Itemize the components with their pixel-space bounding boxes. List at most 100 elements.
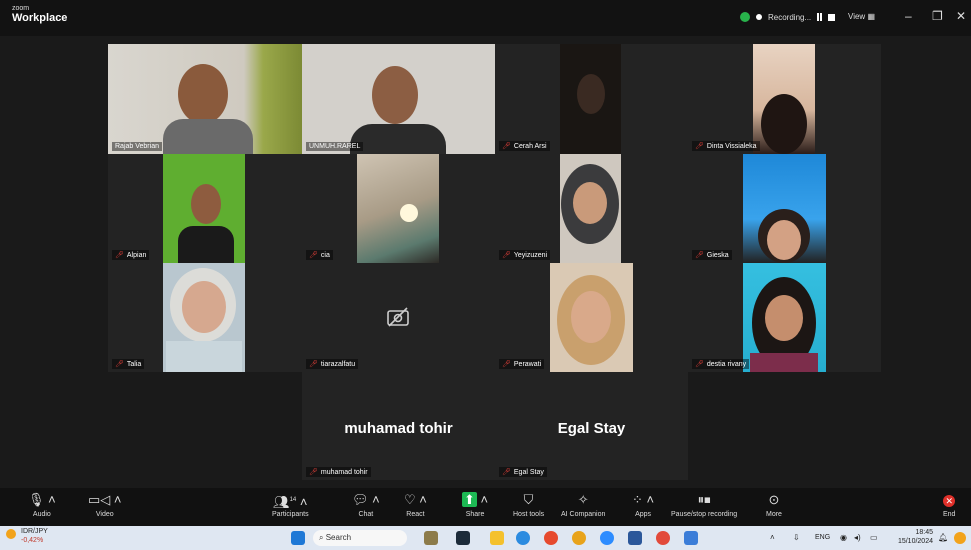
chat-button[interactable]: 💬︎ ˄ Chat bbox=[352, 492, 380, 518]
clock[interactable]: 18:45 15/10/2024 bbox=[883, 528, 933, 546]
taskbar-search[interactable]: ⌕ Search bbox=[313, 530, 407, 546]
minimize-button[interactable]: – bbox=[905, 9, 912, 23]
video-tile[interactable]: muhamad tohir 🎤︎ muhamad tohir bbox=[302, 372, 495, 480]
participant-name-label: 🎤︎ Alpian bbox=[112, 250, 150, 260]
video-tile[interactable]: 🎤︎ Perawati bbox=[495, 263, 688, 372]
view-button[interactable]: View ▦ bbox=[848, 12, 875, 21]
security-shield-icon[interactable] bbox=[740, 12, 750, 22]
participants-button[interactable]: 👥︎14 ˄ Participants bbox=[272, 492, 309, 518]
participant-name-label: 🎤︎ Gieska bbox=[692, 250, 732, 260]
participant-name-label: 🎤︎ destia rivany bbox=[692, 359, 750, 369]
more-button[interactable]: ⊙ More bbox=[766, 492, 782, 518]
react-icon: ♡ ˄ bbox=[404, 492, 427, 507]
ai-companion-button[interactable]: ✧ AI Companion bbox=[561, 492, 605, 518]
apps-icon: ⁘ ˄ bbox=[632, 492, 655, 507]
tray-chevron-icon[interactable]: ˄ bbox=[770, 533, 775, 542]
photos-app-icon[interactable] bbox=[684, 531, 698, 545]
chrome-profile-icon[interactable] bbox=[572, 531, 586, 545]
participant-display-name: muhamad tohir bbox=[344, 420, 453, 437]
video-tile[interactable]: 🎤︎ Cerah Arsi bbox=[495, 44, 688, 154]
video-label: Video bbox=[95, 511, 114, 518]
search-placeholder: Search bbox=[325, 533, 352, 542]
close-button[interactable]: ✕ bbox=[956, 9, 966, 23]
participant-name-label: 🎤︎ cia bbox=[306, 250, 333, 260]
muted-mic-icon: 🎤︎ bbox=[115, 361, 124, 368]
muted-mic-icon: 🎤︎ bbox=[695, 361, 704, 368]
language-indicator[interactable]: ENG bbox=[815, 534, 830, 541]
end-button[interactable]: ✕ End bbox=[943, 492, 955, 518]
volume-icon[interactable]: ◂) bbox=[854, 533, 861, 542]
pause-stop-recording-label: Pause/stop recording bbox=[671, 511, 738, 518]
notification-bell-icon[interactable]: 🔔︎ bbox=[938, 533, 948, 542]
video-tile[interactable]: 🎤︎ tiarazalfatu bbox=[302, 263, 495, 372]
video-tile[interactable]: 🎤︎ destia rivany bbox=[688, 263, 881, 372]
ceiling-light bbox=[400, 204, 418, 222]
stop-recording-icon[interactable] bbox=[828, 13, 836, 21]
pause-recording-icon[interactable] bbox=[817, 13, 823, 21]
pause-stop-recording-button[interactable]: ⏸⏹ Pause/stop recording bbox=[671, 492, 737, 518]
participant-face bbox=[765, 295, 803, 341]
video-tile[interactable]: 🎤︎ Talia bbox=[108, 263, 302, 372]
host-tools-button[interactable]: ⛉ Host tools bbox=[513, 492, 544, 518]
video-tile[interactable]: 🎤︎ Dinta Vissialeka bbox=[688, 44, 881, 154]
participant-video bbox=[357, 154, 439, 263]
wifi-icon[interactable]: ◉ bbox=[840, 533, 847, 542]
edge-browser-icon[interactable] bbox=[516, 531, 530, 545]
restore-button[interactable]: ❐ bbox=[932, 9, 943, 23]
muted-mic-icon: 🎤︎ bbox=[695, 143, 704, 150]
video-tile[interactable]: UNMUH.RAREL bbox=[302, 44, 495, 154]
file-explorer-icon[interactable] bbox=[490, 531, 504, 545]
copilot-icon[interactable] bbox=[954, 532, 966, 544]
tray-input-icon[interactable]: ⇩ bbox=[793, 533, 800, 542]
apps-button[interactable]: ⁘ ˄ Apps bbox=[632, 492, 654, 518]
participant-face bbox=[178, 64, 228, 124]
windows-start-icon[interactable] bbox=[291, 531, 305, 545]
react-label: React bbox=[406, 511, 425, 518]
participant-name-label: 🎤︎ muhamad tohir bbox=[306, 467, 371, 477]
video-camera-icon: ▭◁ ˄ bbox=[88, 492, 122, 507]
video-tile[interactable]: 🎤︎ Alpian bbox=[108, 154, 302, 263]
brand-name: Workplace bbox=[12, 12, 68, 24]
participant-face bbox=[571, 291, 611, 343]
video-tile[interactable]: 🎤︎ Gieska bbox=[688, 154, 881, 263]
participant-body bbox=[350, 124, 446, 154]
grid-icon: ▦ bbox=[867, 12, 875, 21]
share-button[interactable]: ⬆ ˄ Share bbox=[462, 492, 488, 518]
participant-face bbox=[577, 74, 605, 114]
muted-mic-icon: 🎤︎ bbox=[502, 252, 511, 259]
meeting-toolbar: 🎙︎ ˄ Audio ▭◁ ˄ Video 👥︎14 ˄ Participant… bbox=[0, 488, 971, 526]
end-label: End bbox=[943, 511, 956, 518]
widget-app-icon[interactable] bbox=[424, 531, 438, 545]
chat-icon: 💬︎ ˄ bbox=[352, 492, 380, 507]
chrome-alt-icon[interactable] bbox=[656, 531, 670, 545]
audio-button[interactable]: 🎙︎ ˄ Audio bbox=[28, 492, 56, 518]
recording-status[interactable]: Recording... bbox=[740, 12, 836, 22]
zoom-app-icon[interactable] bbox=[600, 531, 614, 545]
participant-name-label: 🎤︎ Egal Stay bbox=[499, 467, 547, 477]
app-logo: zoom Workplace bbox=[12, 5, 67, 24]
participant-name-label: Rajab Vebrian bbox=[112, 142, 162, 151]
react-button[interactable]: ♡ ˄ React bbox=[404, 492, 427, 518]
pause-stop-recording-icon: ⏸⏹ bbox=[697, 492, 711, 507]
video-tile[interactable]: Egal Stay 🎤︎ Egal Stay bbox=[495, 372, 688, 480]
participant-face bbox=[761, 94, 807, 154]
muted-mic-icon: 🎤︎ bbox=[502, 361, 511, 368]
taskbar: IDR/JPY -0,42% ⌕ Search ˄ ⇩ ENG ◉ ◂) ▭ 1… bbox=[0, 526, 971, 550]
stock-widget[interactable]: IDR/JPY -0,42% bbox=[6, 528, 58, 544]
video-button[interactable]: ▭◁ ˄ Video bbox=[88, 492, 121, 518]
ticker-name: IDR/JPY bbox=[21, 528, 48, 535]
video-tile[interactable]: 🎤︎ Yeyizuzeni bbox=[495, 154, 688, 263]
more-icon: ⊙ bbox=[768, 492, 780, 507]
task-view-icon[interactable] bbox=[456, 531, 470, 545]
stock-widget-icon bbox=[6, 529, 16, 539]
video-tile[interactable]: Rajab Vebrian bbox=[108, 44, 302, 154]
participant-name-label: 🎤︎ Talia bbox=[112, 359, 145, 369]
participant-name-label: 🎤︎ Cerah Arsi bbox=[499, 141, 550, 151]
participant-face bbox=[767, 220, 801, 260]
chrome-browser-icon[interactable] bbox=[544, 531, 558, 545]
battery-icon[interactable]: ▭ bbox=[870, 533, 878, 542]
video-tile[interactable]: 🎤︎ cia bbox=[302, 154, 495, 263]
participant-body bbox=[166, 341, 242, 372]
sparkle-icon: ✧ bbox=[577, 492, 589, 507]
word-app-icon[interactable] bbox=[628, 531, 642, 545]
